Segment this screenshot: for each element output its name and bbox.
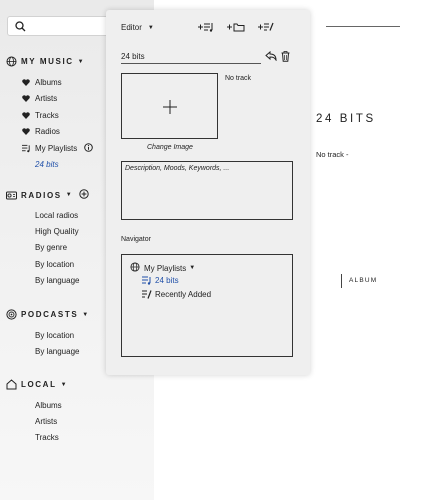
track-status: No track -	[316, 150, 349, 159]
heart-icon	[22, 79, 31, 86]
section-title: MY MUSIC	[21, 57, 74, 66]
chevron-down-icon: ▼	[60, 381, 67, 388]
add-to-playlist-button[interactable]	[198, 22, 214, 34]
plus-icon	[163, 100, 177, 116]
trash-icon[interactable]	[281, 51, 290, 64]
home-icon	[6, 379, 17, 390]
playlist-icon	[142, 276, 151, 285]
chevron-down-icon: ▼	[82, 311, 89, 318]
globe-icon	[130, 262, 140, 274]
progress-line[interactable]	[326, 26, 400, 27]
section-local[interactable]: LOCAL ▼	[6, 379, 67, 390]
add-playlist-icon	[198, 22, 214, 34]
section-my-music[interactable]: MY MUSIC ▼	[6, 56, 84, 67]
sidebar-item-by-location[interactable]: By location	[35, 260, 74, 269]
editor-dropdown[interactable]: Editor ▼	[121, 23, 154, 32]
editor-label: Editor	[121, 23, 142, 32]
album-tab[interactable]: ALBUM	[349, 277, 377, 284]
navigator-label: Navigator	[121, 236, 151, 243]
divider	[341, 274, 342, 288]
sidebar-item-label: My Playlists	[35, 144, 78, 153]
section-title: PODCASTS	[21, 310, 79, 319]
description-field[interactable]	[121, 161, 293, 220]
navigator-item-label: 24 bits	[155, 276, 179, 285]
section-title: LOCAL	[21, 380, 57, 389]
chevron-down-icon: ▼	[65, 192, 72, 198]
change-image-link[interactable]: Change Image	[147, 144, 193, 151]
sidebar-item-label: Artists	[35, 94, 58, 103]
search-icon	[15, 21, 26, 32]
heart-icon	[22, 112, 31, 119]
playlist-icon	[22, 144, 31, 153]
sidebar-item-local-radios[interactable]: Local radios	[35, 211, 78, 220]
playlist-name-input[interactable]	[121, 50, 261, 64]
sidebar-item-active-playlist[interactable]: 24 bits	[35, 160, 59, 169]
navigator-item-label: Recently Added	[155, 290, 212, 299]
add-folder-button[interactable]	[227, 22, 245, 34]
navigator-tree: My Playlists ▼ 24 bits Recently Added	[121, 254, 293, 357]
sidebar-item-my-playlists[interactable]: My Playlists	[22, 143, 94, 154]
podcast-icon	[6, 309, 17, 320]
sidebar-item-radios[interactable]: Radios	[22, 127, 60, 136]
heart-icon	[22, 95, 31, 102]
editor-panel: Editor ▼ No track Change Image Navigator	[106, 10, 310, 375]
add-icon[interactable]	[78, 189, 89, 201]
add-smart-playlist-button[interactable]	[258, 22, 274, 34]
image-dropzone[interactable]	[121, 73, 218, 139]
globe-icon	[6, 56, 17, 67]
sidebar-item-podcasts-by-location[interactable]: By location	[35, 331, 74, 340]
sidebar-item-label: Radios	[35, 127, 60, 136]
edit-playlist-icon	[142, 290, 152, 299]
sidebar-item-tracks[interactable]: Tracks	[22, 111, 59, 120]
navigator-item[interactable]: Recently Added	[142, 290, 211, 299]
navigator-root[interactable]: My Playlists ▼	[130, 262, 195, 274]
page-title: 24 BITS	[316, 113, 376, 125]
chevron-down-icon: ▼	[77, 58, 84, 65]
sidebar-item-label: Tracks	[35, 111, 59, 120]
sidebar-item-by-genre[interactable]: By genre	[35, 243, 67, 252]
sidebar-item-podcasts-by-language[interactable]: By language	[35, 347, 79, 356]
sidebar-item-local-artists[interactable]: Artists	[35, 417, 57, 426]
section-podcasts[interactable]: PODCASTS ▼	[6, 309, 88, 320]
add-folder-icon	[227, 22, 245, 34]
sidebar-item-by-language[interactable]: By language	[35, 276, 79, 285]
chevron-down-icon: ▼	[147, 24, 154, 31]
navigator-item-selected[interactable]: 24 bits	[142, 276, 179, 285]
radio-icon	[6, 190, 17, 201]
sidebar-item-local-tracks[interactable]: Tracks	[35, 433, 59, 442]
image-status: No track	[225, 75, 252, 82]
add-edit-icon	[258, 22, 274, 34]
sidebar-item-local-albums[interactable]: Albums	[35, 401, 62, 410]
undo-icon[interactable]	[265, 50, 277, 63]
sidebar-item-albums[interactable]: Albums	[22, 78, 62, 87]
chevron-down-icon: ▼	[189, 265, 196, 271]
sidebar-item-label: Albums	[35, 78, 62, 87]
section-title: RADIOS	[21, 190, 62, 200]
navigator-root-label: My Playlists	[144, 263, 187, 273]
sidebar-item-artists[interactable]: Artists	[22, 94, 57, 103]
section-radios[interactable]: RADIOS ▼	[6, 189, 89, 201]
sidebar-item-high-quality[interactable]: High Quality	[35, 227, 79, 236]
info-icon[interactable]	[84, 143, 94, 154]
heart-icon	[22, 128, 31, 135]
